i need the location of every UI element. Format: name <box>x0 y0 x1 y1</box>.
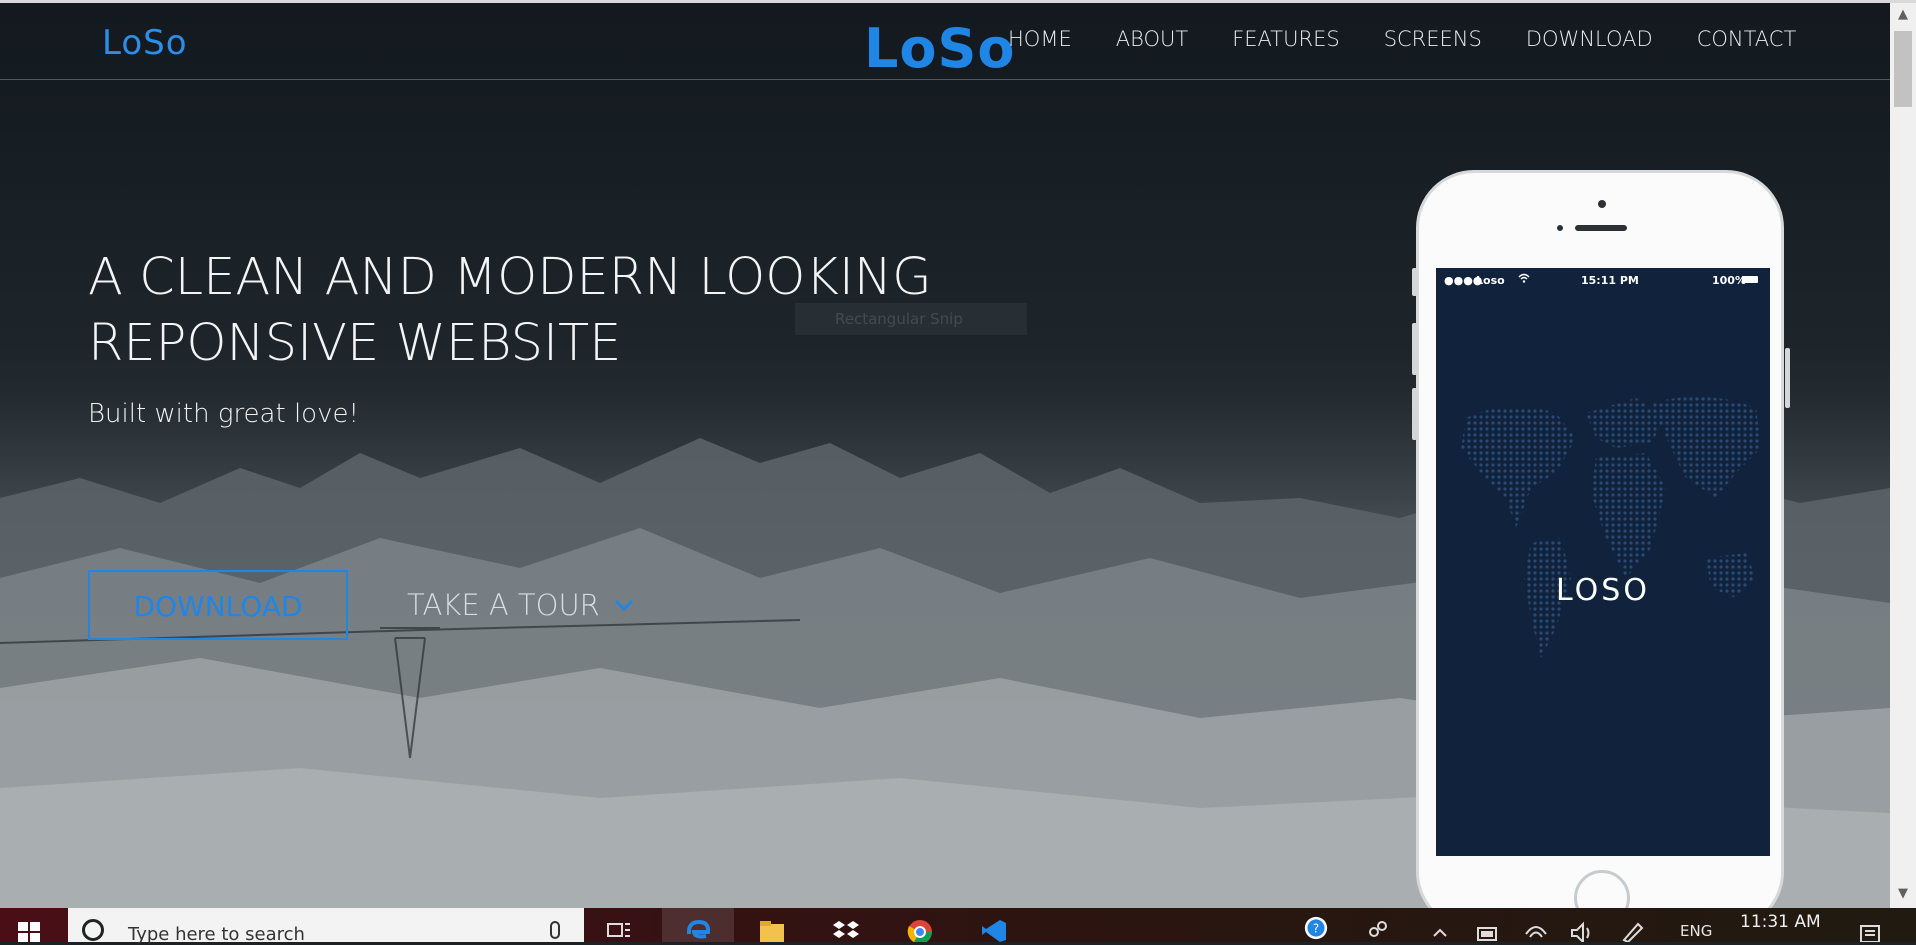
language-indicator[interactable]: ENG <box>1680 922 1712 940</box>
scroll-up-icon[interactable]: ▲ <box>1890 3 1916 29</box>
phone-mockup: ●●●● Loso 15:11 PM 100% LOSO <box>1412 170 1790 908</box>
take-a-tour-button[interactable]: TAKE A TOUR <box>407 588 634 622</box>
chevron-up-icon[interactable] <box>1426 918 1454 942</box>
microphone-icon[interactable] <box>550 921 560 939</box>
taskbar-search-box[interactable]: Type here to search <box>68 908 584 945</box>
wifi-icon <box>1518 273 1530 283</box>
hero-title: A CLEAN AND MODERN LOOKING REPONSIVE WEB… <box>88 245 988 377</box>
edge-icon[interactable] <box>684 918 712 942</box>
scroll-thumb[interactable] <box>1894 31 1912 107</box>
cortana-icon <box>82 919 104 941</box>
chevron-down-icon <box>614 599 633 612</box>
hero-title-line2: REPONSIVE WEBSITE <box>88 314 622 373</box>
phone-camera <box>1598 200 1606 208</box>
app-splash-logo: LOSO <box>1556 573 1650 608</box>
phone-status-bar: ●●●● Loso 15:11 PM 100% <box>1436 268 1770 292</box>
nav-contact[interactable]: CONTACT <box>1697 27 1797 51</box>
notifications-icon[interactable] <box>1856 918 1884 942</box>
download-button[interactable]: DOWNLOAD <box>88 570 348 640</box>
people-icon[interactable] <box>1366 918 1394 942</box>
phone-speaker <box>1575 225 1627 231</box>
vscode-icon[interactable] <box>980 918 1008 942</box>
phone-volume-down <box>1412 388 1417 440</box>
nav-download[interactable]: DOWNLOAD <box>1526 27 1653 51</box>
phone-home-button <box>1574 870 1630 908</box>
battery-percent: 100% <box>1712 274 1746 287</box>
main-nav: HOME ABOUT FEATURES SCREENS DOWNLOAD CON… <box>1008 27 1840 51</box>
windows-start-icon[interactable] <box>14 920 44 942</box>
brand-logo-large[interactable]: LoSo <box>864 19 1016 79</box>
taskbar-clock[interactable]: 11:31 AM <box>1740 912 1821 932</box>
nav-about[interactable]: ABOUT <box>1116 27 1188 51</box>
scroll-down-icon[interactable]: ▼ <box>1890 882 1916 908</box>
phone-sensor <box>1557 225 1563 231</box>
svg-text:?: ? <box>1313 921 1319 935</box>
battery-tray-icon[interactable] <box>1474 918 1502 942</box>
landing-page: Rectangular Snip LoSo LoSo HOME ABOUT FE… <box>0 3 1890 908</box>
chrome-icon[interactable] <box>906 918 934 942</box>
task-view-icon[interactable] <box>605 918 633 942</box>
help-icon[interactable]: ? <box>1302 916 1330 940</box>
dropbox-icon[interactable] <box>832 918 860 942</box>
pen-icon[interactable] <box>1618 918 1646 942</box>
wifi-tray-icon[interactable] <box>1522 918 1550 942</box>
phone-mute-switch <box>1412 268 1417 296</box>
phone-time: 15:11 PM <box>1581 274 1639 287</box>
phone-power-button <box>1785 348 1790 408</box>
hero-subtitle: Built with great love! <box>88 399 359 429</box>
nav-features[interactable]: FEATURES <box>1232 27 1339 51</box>
phone-volume-up <box>1412 323 1417 375</box>
phone-screen: ●●●● Loso 15:11 PM 100% LOSO <box>1436 268 1770 856</box>
hero-title-line1: A CLEAN AND MODERN LOOKING <box>88 248 932 307</box>
brand-logo-small[interactable]: LoSo <box>102 23 188 63</box>
vertical-scrollbar[interactable]: ▲ ▼ <box>1890 3 1916 908</box>
world-map-dots <box>1461 396 1761 658</box>
file-explorer-icon[interactable] <box>758 918 786 942</box>
volume-icon[interactable] <box>1568 918 1596 942</box>
take-a-tour-label: TAKE A TOUR <box>407 588 600 622</box>
top-navbar: LoSo LoSo HOME ABOUT FEATURES SCREENS DO… <box>0 3 1890 80</box>
nav-home[interactable]: HOME <box>1008 27 1072 51</box>
nav-screens[interactable]: SCREENS <box>1384 27 1482 51</box>
carrier-name: Loso <box>1476 274 1505 287</box>
windows-taskbar: Type here to search ? ENG 11:31 AM <box>0 908 1916 945</box>
battery-icon <box>1742 276 1758 283</box>
